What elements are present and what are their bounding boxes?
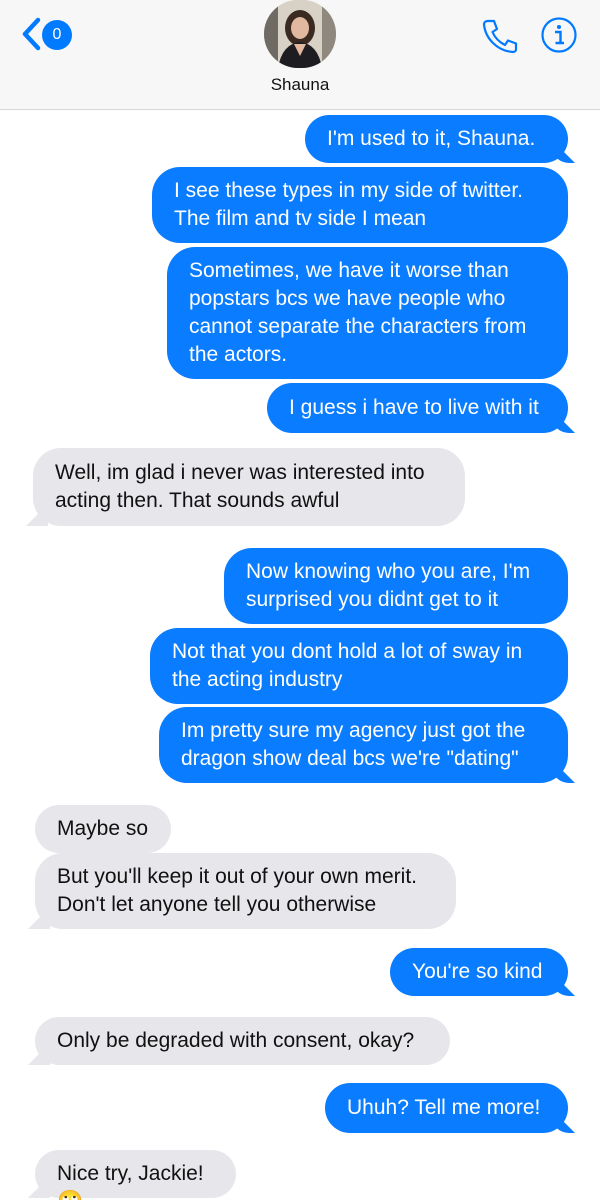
info-button[interactable] [540,16,578,54]
incoming-message[interactable]: But you'll keep it out of your own merit… [35,853,456,929]
phone-icon [482,19,518,54]
outgoing-message[interactable]: Now knowing who you are, I'm surprised y… [224,548,568,624]
outgoing-message[interactable]: Not that you dont hold a lot of sway in … [150,628,568,704]
incoming-message[interactable]: Well, im glad i never was interested int… [33,448,465,526]
outgoing-message[interactable]: I'm used to it, Shauna. [305,115,568,163]
incoming-message[interactable]: Only be degraded with consent, okay? [35,1017,450,1065]
unread-count-badge: 0 [42,20,72,50]
chevron-left-icon [22,17,41,51]
info-icon [541,17,577,53]
outgoing-message[interactable]: I guess i have to live with it [267,383,568,433]
avatar[interactable] [264,0,336,68]
outgoing-message[interactable]: You're so kind [390,948,568,996]
contact-name[interactable]: Shauna [0,75,600,95]
back-button[interactable]: 0 [20,16,76,52]
incoming-message[interactable]: Maybe so [35,805,171,853]
outgoing-message[interactable]: Im pretty sure my agency just got the dr… [159,707,568,783]
outgoing-message[interactable]: I see these types in my side of twitter.… [152,167,568,243]
conversation-header: 0 Shauna [0,0,600,110]
phone-button[interactable] [479,18,519,54]
outgoing-message[interactable]: Uhuh? Tell me more! [325,1083,568,1133]
outgoing-message[interactable]: Sometimes, we have it worse than popstar… [167,247,568,379]
incoming-message[interactable]: Nice try, Jackie! 🙄 [35,1150,236,1200]
